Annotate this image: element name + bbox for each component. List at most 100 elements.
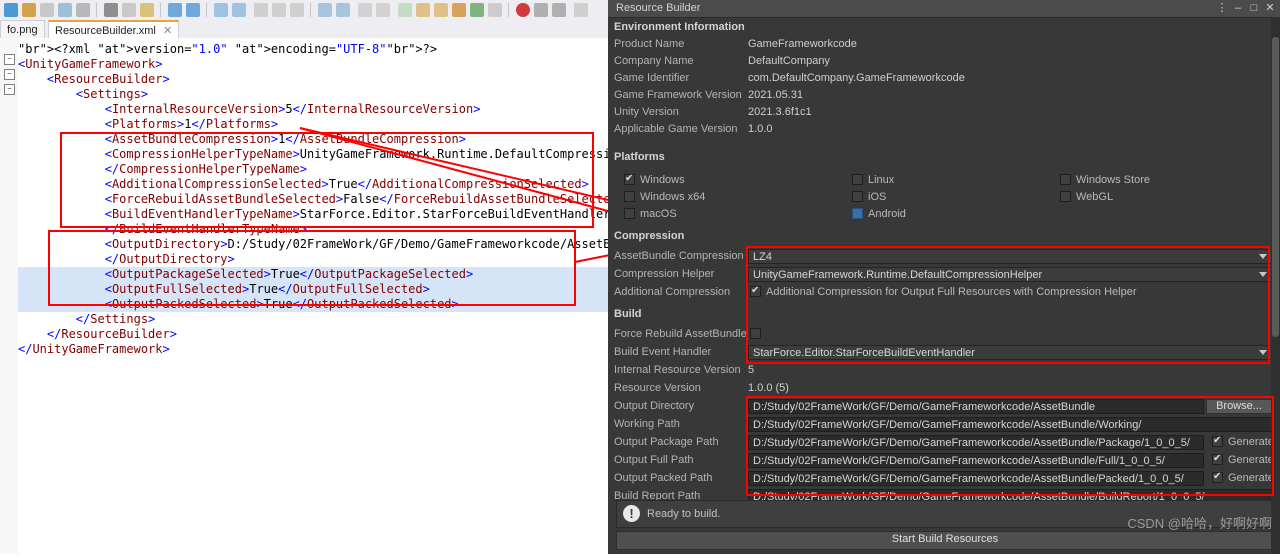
paste-icon[interactable]	[140, 3, 154, 17]
cut-icon[interactable]	[104, 3, 118, 17]
open-file-icon[interactable]	[22, 3, 36, 17]
bookmark-icon[interactable]	[398, 3, 412, 17]
code-line: <OutputDirectory>D:/Study/02FrameWork/GF…	[104, 237, 647, 251]
expand-all-icon[interactable]	[452, 3, 466, 17]
env-label: Game Framework Version	[614, 89, 742, 101]
outline-collapse-icon[interactable]: −	[4, 84, 15, 95]
tab-resourcebuilder-xml[interactable]: ResourceBuilder.xml ✕	[48, 20, 180, 40]
label-working-path: Working Path	[614, 418, 680, 430]
close-icon[interactable]: ✕	[163, 25, 172, 37]
find-in-files-icon[interactable]	[290, 3, 304, 17]
format-document-icon[interactable]	[470, 3, 484, 17]
print-icon[interactable]	[76, 3, 90, 17]
watermark: CSDN @哈哈，好啊好啊	[1127, 516, 1272, 531]
platform-label-windows-x64: Windows x64	[640, 191, 706, 203]
env-value: DefaultCompany	[748, 55, 830, 67]
environment-information-section: Environment Information Product Name Gam…	[608, 18, 1280, 138]
collapse-all-icon[interactable]	[434, 3, 448, 17]
stop-icon[interactable]	[552, 3, 566, 17]
toolbar-separator	[96, 3, 97, 17]
env-row-product-name: Product Name GameFrameworkcode	[608, 36, 1280, 53]
menu-icon[interactable]: ⋮	[1216, 2, 1228, 14]
platform-label-windows-store: Windows Store	[1076, 174, 1150, 186]
comment-icon[interactable]	[318, 3, 332, 17]
copy-icon[interactable]	[122, 3, 136, 17]
toggle-outline-icon[interactable]	[416, 3, 430, 17]
code-line: </CompressionHelperTypeName>	[104, 162, 308, 176]
section-title-platforms: Platforms	[608, 148, 1280, 166]
input-output-directory[interactable]: D:/Study/02FrameWork/GF/Demo/GameFramewo…	[748, 399, 1204, 414]
platform-label-android: Android	[868, 208, 906, 220]
status-text: Ready to build.	[647, 508, 721, 520]
chevron-down-icon	[1259, 272, 1267, 277]
new-file-icon[interactable]	[4, 3, 18, 17]
window-title: Resource Builder	[616, 2, 701, 14]
editor-tabstrip[interactable]: fo.png ResourceBuilder.xml ✕	[0, 20, 612, 40]
browse-button[interactable]: Browse...	[1206, 399, 1272, 414]
toolbar-separator-4	[310, 3, 311, 17]
checkbox-generate-packed[interactable]	[1212, 471, 1223, 483]
platform-checkbox-windows[interactable]	[624, 173, 635, 185]
visual-studio-toolbar[interactable]	[0, 0, 612, 21]
minimize-icon[interactable]: –	[1232, 2, 1244, 14]
navigate-back-icon[interactable]	[214, 3, 228, 17]
code-line: </BuildEventHandlerTypeName>	[104, 222, 308, 236]
save-icon[interactable]	[40, 3, 54, 17]
label-resource-version: Resource Version	[614, 382, 701, 394]
record-icon[interactable]	[516, 3, 530, 17]
dropdown-assetbundle-compression[interactable]: LZ4	[748, 249, 1272, 264]
undo-icon[interactable]	[168, 3, 182, 17]
dropdown-build-event-handler[interactable]: StarForce.Editor.StarForceBuildEventHand…	[748, 345, 1272, 360]
platforms-section: Platforms Windows Linux Windows Store Wi…	[608, 148, 1280, 220]
label-output-packed-path: Output Packed Path	[614, 472, 713, 484]
maximize-icon[interactable]: □	[1248, 2, 1260, 14]
dropdown-compression-helper[interactable]: UnityGameFramework.Runtime.DefaultCompre…	[748, 267, 1272, 282]
platform-checkbox-ios[interactable]	[852, 191, 863, 202]
preview-icon[interactable]	[488, 3, 502, 17]
outline-collapse-icon[interactable]: −	[4, 69, 15, 80]
platform-checkbox-macos[interactable]	[624, 208, 635, 219]
env-label: Company Name	[614, 55, 694, 67]
close-icon[interactable]: ✕	[1264, 2, 1276, 14]
value-resource-version: 1.0.0 (5)	[748, 382, 789, 394]
code-line: <ResourceBuilder>	[46, 72, 170, 86]
scrollbar-thumb[interactable]	[1272, 37, 1279, 337]
replace-icon[interactable]	[272, 3, 286, 17]
checkbox-generate-package[interactable]	[1212, 435, 1223, 447]
env-row-game-framework-version: Game Framework Version 2021.05.31	[608, 87, 1280, 104]
value-output-packed-path: D:/Study/02FrameWork/GF/Demo/GameFramewo…	[748, 471, 1204, 486]
start-build-resources-button[interactable]: Start Build Resources	[616, 531, 1274, 550]
search-icon[interactable]	[254, 3, 268, 17]
code-line: <OutputPackageSelected>True</OutputPacka…	[18, 267, 612, 282]
resource-builder-titlebar[interactable]: Resource Builder ⋮ – □ ✕	[608, 0, 1280, 18]
save-all-icon[interactable]	[58, 3, 72, 17]
platform-checkbox-linux[interactable]	[852, 174, 863, 185]
uncomment-icon[interactable]	[336, 3, 350, 17]
code-line: </Settings>	[75, 312, 156, 326]
value-internal-resource-version[interactable]: 5	[748, 364, 754, 376]
platform-checkbox-windows-store[interactable]	[1060, 174, 1071, 185]
checkbox-generate-full[interactable]	[1212, 453, 1223, 465]
navigate-forward-icon[interactable]	[232, 3, 246, 17]
chevron-down-icon	[1259, 254, 1267, 259]
platform-checkbox-webgl[interactable]	[1060, 191, 1071, 202]
platform-checkbox-windows-x64[interactable]	[624, 191, 635, 202]
settings-icon[interactable]	[574, 3, 588, 17]
redo-icon[interactable]	[186, 3, 200, 17]
indent-icon[interactable]	[358, 3, 372, 17]
vertical-scrollbar[interactable]	[1271, 17, 1280, 554]
xml-code-area[interactable]: "br"><?xml "at">version="1.0" "at">encod…	[18, 38, 668, 558]
label-output-directory: Output Directory	[614, 400, 695, 412]
env-value: 2021.05.31	[748, 89, 804, 101]
env-label: Game Identifier	[614, 72, 690, 84]
dropdown-value: UnityGameFramework.Runtime.DefaultCompre…	[753, 269, 1043, 281]
outline-collapse-icon[interactable]: −	[4, 54, 15, 65]
code-line: </ResourceBuilder>	[46, 327, 177, 341]
outdent-icon[interactable]	[376, 3, 390, 17]
checkbox-additional-compression[interactable]	[750, 285, 761, 297]
platform-checkbox-android[interactable]	[852, 208, 863, 219]
step-icon[interactable]	[534, 3, 548, 17]
checkbox-force-rebuild-assetbundle[interactable]	[750, 328, 761, 339]
platform-label-linux: Linux	[868, 174, 895, 186]
tab-fo-png[interactable]: fo.png	[0, 20, 45, 39]
